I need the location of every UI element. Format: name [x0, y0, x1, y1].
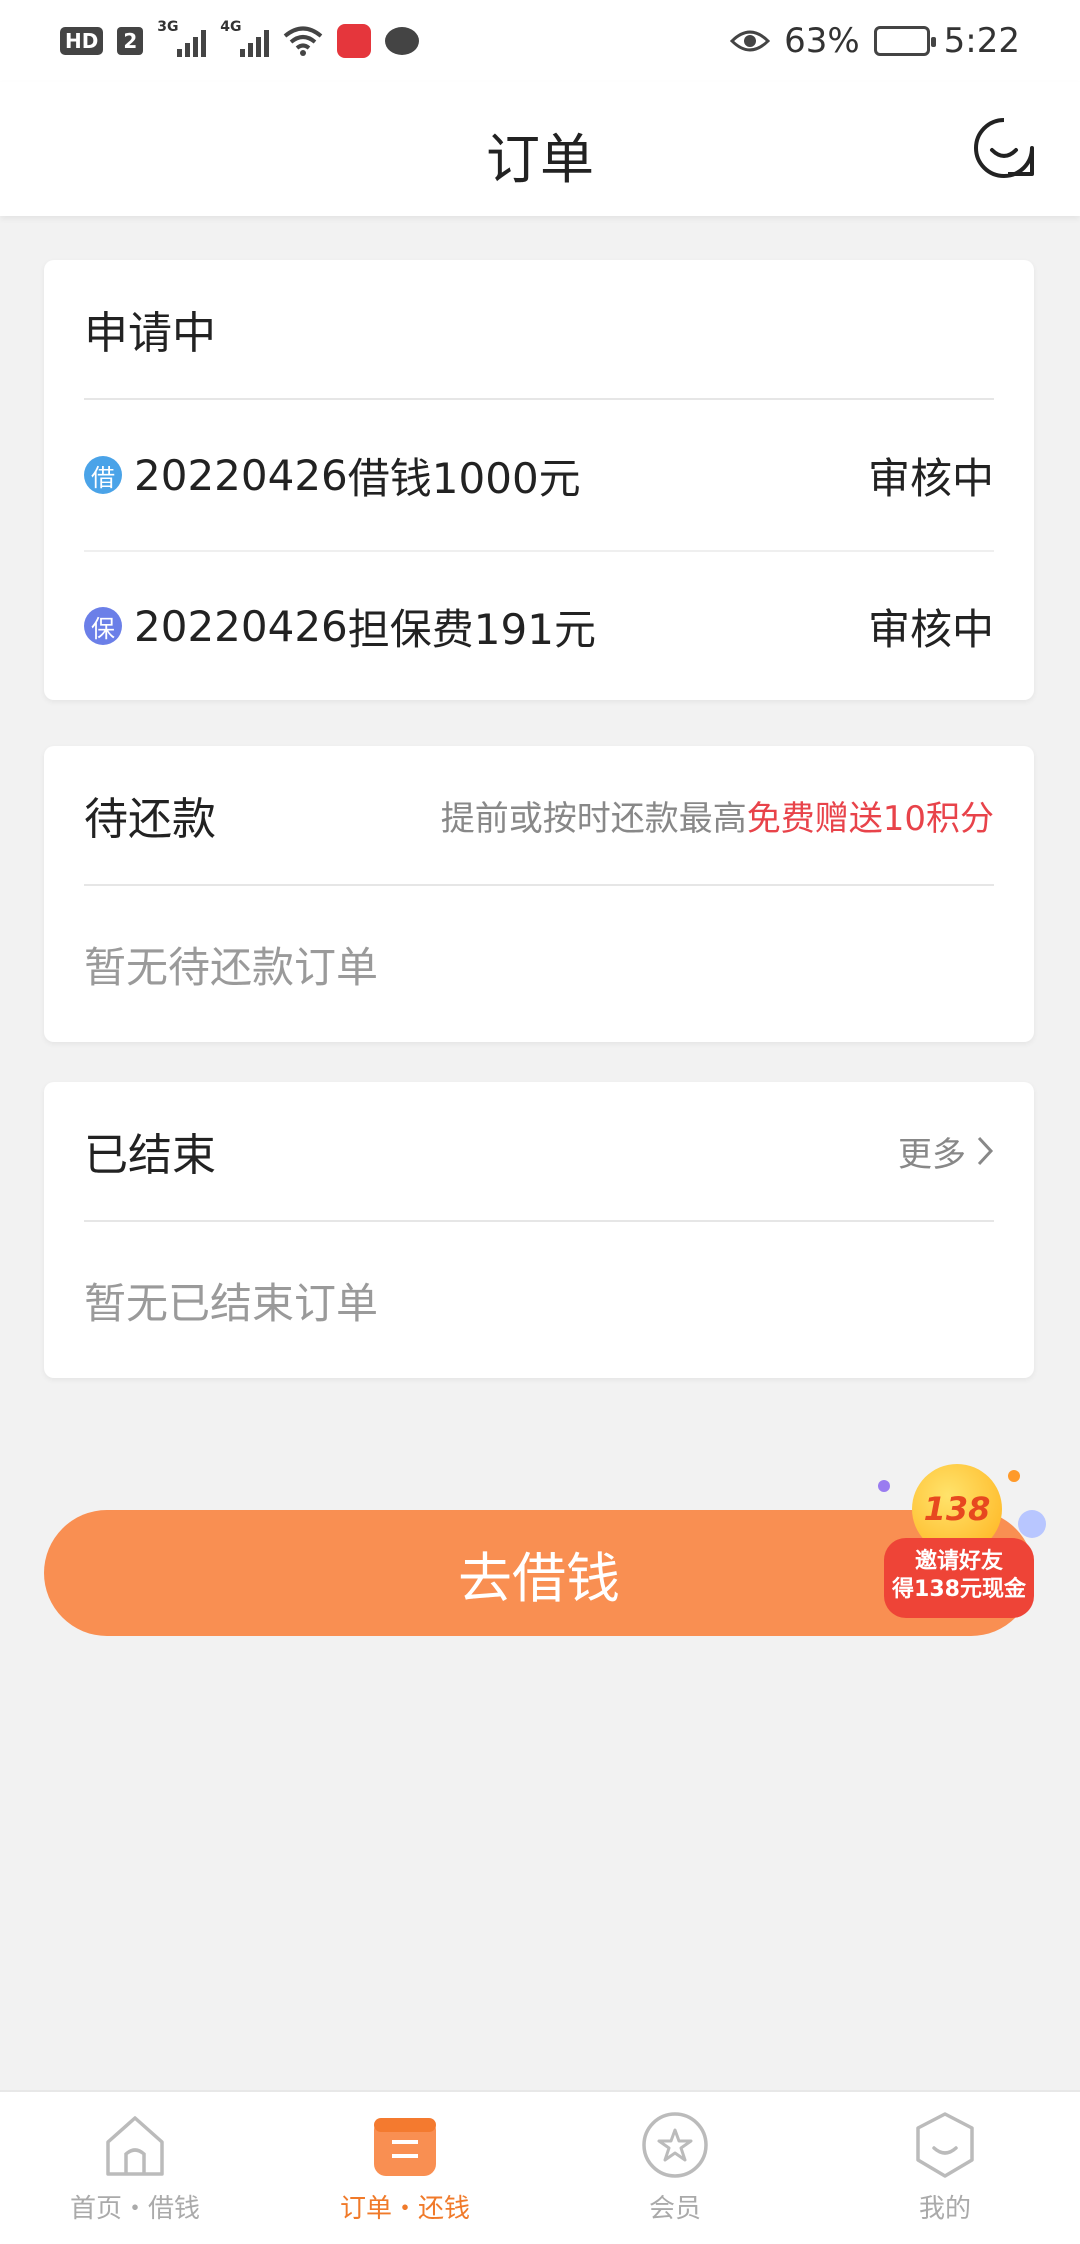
more-link[interactable]: 更多 — [898, 1127, 994, 1176]
guarantee-badge-icon: 保 — [84, 607, 122, 645]
nav-home[interactable]: 首页・借钱 — [0, 2092, 270, 2244]
order-row[interactable]: 借 20220426 借钱1000元 审核中 — [84, 400, 994, 550]
hd-icon: HD — [60, 27, 104, 55]
pending-card: 待还款 提前或按时还款最高免费赠送10积分 暂无待还款订单 — [44, 746, 1034, 1042]
orders-icon — [374, 2118, 436, 2176]
order-status: 审核中 — [867, 453, 994, 503]
invite-promo[interactable]: 138 邀请好友 得138元现金 — [878, 1460, 1046, 1618]
status-bar: HD 2 3G 4G 63% 5:22 — [0, 0, 1080, 82]
message-icon — [385, 27, 420, 55]
finished-card: 已结束 更多 暂无已结束订单 — [44, 1082, 1034, 1378]
status-right: 63% 5:22 — [730, 21, 1020, 61]
borrow-badge-icon: 借 — [84, 456, 122, 494]
app-header: 订单 — [0, 82, 1080, 216]
finished-empty-text: 暂无已结束订单 — [84, 1278, 379, 1328]
bottom-nav: 首页・借钱 订单・还钱 会员 我的 — [0, 2090, 1080, 2244]
profile-icon — [916, 2112, 974, 2178]
clock: 5:22 — [943, 21, 1020, 61]
hint-highlight: 免费赠送10积分 — [746, 798, 994, 839]
network-3g-label: 3G — [157, 19, 179, 35]
pending-card-header: 待还款 提前或按时还款最高免费赠送10积分 — [84, 746, 994, 886]
pending-empty-text: 暂无待还款订单 — [84, 942, 379, 992]
hint-text: 提前或按时还款最高 — [440, 798, 747, 839]
nav-orders[interactable]: 订单・还钱 — [270, 2092, 540, 2244]
promo-tag: 邀请好友 得138元现金 — [884, 1538, 1034, 1618]
applying-card-header: 申请中 — [84, 260, 994, 400]
order-date: 20220426 — [134, 450, 348, 500]
more-label: 更多 — [898, 1134, 966, 1175]
wifi-icon — [283, 26, 323, 56]
battery-percent: 63% — [784, 21, 860, 61]
sparkle-icon — [878, 1480, 890, 1492]
network-4g-label: 4G — [220, 19, 242, 35]
signal-3g-icon: 3G — [157, 19, 207, 57]
nav-profile-label: 我的 — [918, 2194, 971, 2224]
pending-title: 待还款 — [84, 794, 216, 845]
order-row[interactable]: 保 20220426 担保费191元 审核中 — [84, 550, 994, 700]
nav-home-label: 首页・借钱 — [69, 2194, 200, 2224]
eye-icon — [730, 30, 771, 52]
promo-line1: 邀请好友 — [914, 1549, 1003, 1574]
chevron-right-icon — [977, 1136, 994, 1166]
finished-card-header: 已结束 更多 — [84, 1082, 994, 1222]
applying-title: 申请中 — [84, 308, 216, 359]
star-icon — [642, 2112, 708, 2178]
battery-icon — [873, 26, 936, 56]
applying-card: 申请中 借 20220426 借钱1000元 审核中 保 20220426 担保… — [44, 260, 1034, 700]
nav-profile[interactable]: 我的 — [810, 2092, 1080, 2244]
sparkle-icon — [1008, 1470, 1020, 1482]
signal-4g-icon: 4G — [220, 19, 270, 57]
nav-orders-label: 订单・还钱 — [339, 2194, 470, 2224]
promo-line2: 得138元现金 — [892, 1577, 1026, 1602]
order-desc: 借钱1000元 — [347, 453, 581, 503]
huawei-app-icon — [337, 24, 372, 58]
nav-member-label: 会员 — [648, 2194, 701, 2224]
sparkle-icon — [1018, 1510, 1046, 1538]
repay-reward-hint: 提前或按时还款最高免费赠送10积分 — [441, 791, 994, 840]
order-desc: 担保费191元 — [347, 604, 596, 654]
page-title: 订单 — [486, 128, 594, 191]
finished-title: 已结束 — [84, 1130, 216, 1181]
order-date: 20220426 — [134, 601, 348, 651]
home-icon — [106, 2116, 164, 2176]
order-status: 审核中 — [867, 604, 994, 654]
sim-icon: 2 — [117, 27, 144, 55]
status-left: HD 2 3G 4G — [60, 19, 420, 58]
nav-member[interactable]: 会员 — [540, 2092, 810, 2244]
customer-service-icon[interactable] — [972, 116, 1036, 180]
